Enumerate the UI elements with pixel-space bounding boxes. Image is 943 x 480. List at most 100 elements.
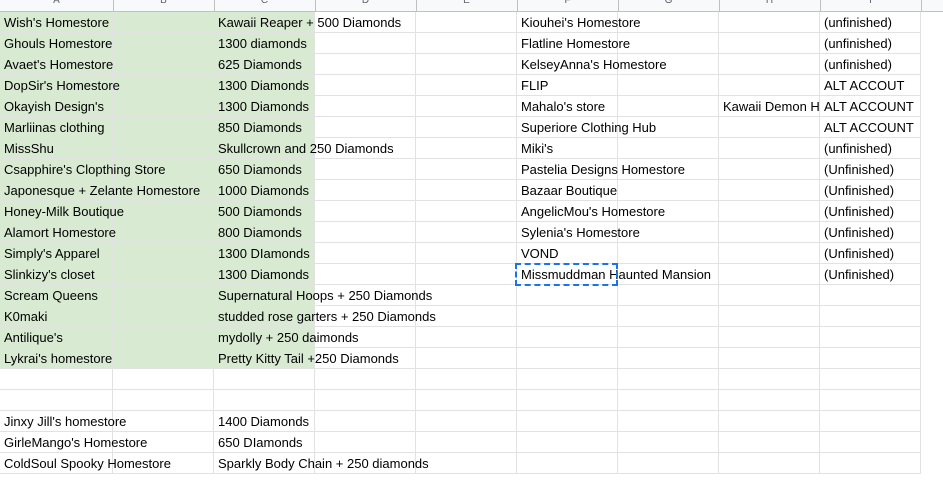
cell-e20[interactable] [416, 411, 517, 432]
cell-g20[interactable] [618, 411, 719, 432]
column-header-c[interactable]: C [214, 0, 316, 11]
cell-e22[interactable] [416, 453, 517, 474]
cell-e19[interactable] [416, 390, 517, 411]
cell-a19[interactable] [0, 390, 113, 411]
cell-h7[interactable] [719, 138, 820, 159]
cell-h3[interactable] [719, 54, 820, 75]
cell-b16[interactable] [113, 327, 214, 348]
cell-b7[interactable] [113, 138, 214, 159]
cell-i4[interactable]: ALT ACCOUT [820, 75, 921, 96]
cell-i8[interactable]: (Unfinished) [820, 159, 921, 180]
column-header-a[interactable]: A [0, 0, 114, 11]
cell-c2[interactable]: 1300 diamonds [214, 33, 315, 54]
cell-e16[interactable] [416, 327, 517, 348]
cell-i1[interactable]: (unfinished) [820, 12, 921, 33]
cell-g12[interactable] [618, 243, 719, 264]
cell-h2[interactable] [719, 33, 820, 54]
cell-g15[interactable] [618, 306, 719, 327]
cell-e8[interactable] [416, 159, 517, 180]
cell-b13[interactable] [113, 264, 214, 285]
cell-i6[interactable]: ALT ACCOUNT [820, 117, 921, 138]
cell-g17[interactable] [618, 348, 719, 369]
cell-d20[interactable] [315, 411, 416, 432]
cell-a16[interactable]: Antilique's [0, 327, 113, 348]
cell-f5[interactable]: Mahalo's store [517, 96, 618, 117]
cell-a15[interactable]: K0maki [0, 306, 113, 327]
cell-f14[interactable] [517, 285, 618, 306]
cell-c19[interactable] [214, 390, 315, 411]
cell-a1[interactable]: Wish's Homestore [0, 12, 113, 33]
cell-h15[interactable] [719, 306, 820, 327]
cell-a2[interactable]: Ghouls Homestore [0, 33, 113, 54]
cell-b1[interactable] [113, 12, 214, 33]
cell-h5[interactable]: Kawaii Demon H [719, 96, 820, 117]
cell-c22[interactable]: Sparkly Body Chain + 250 diamonds [214, 453, 429, 474]
cell-c9[interactable]: 1000 Diamonds [214, 180, 315, 201]
cell-g2[interactable] [618, 33, 719, 54]
cell-e11[interactable] [416, 222, 517, 243]
cell-d11[interactable] [315, 222, 416, 243]
cell-h6[interactable] [719, 117, 820, 138]
column-header-d[interactable]: D [315, 0, 417, 11]
cell-a8[interactable]: Csapphire's Clopthing Store [0, 159, 165, 180]
cell-f13[interactable]: Missmuddman Haunted Mansion [517, 264, 711, 285]
cell-c13[interactable]: 1300 Diamonds [214, 264, 315, 285]
cell-g7[interactable] [618, 138, 719, 159]
cell-h11[interactable] [719, 222, 820, 243]
cell-b12[interactable] [113, 243, 214, 264]
cell-e4[interactable] [416, 75, 517, 96]
cell-a22[interactable]: ColdSoul Spooky Homestore [0, 453, 171, 474]
cell-g4[interactable] [618, 75, 719, 96]
cell-b5[interactable] [113, 96, 214, 117]
cell-c14[interactable]: Supernatural Hoops + 250 Diamonds [214, 285, 432, 306]
cell-e7[interactable] [416, 138, 517, 159]
cell-c5[interactable]: 1300 Diamonds [214, 96, 315, 117]
cell-a14[interactable]: Scream Queens [0, 285, 113, 306]
cell-i15[interactable] [820, 306, 921, 327]
cell-b11[interactable] [113, 222, 214, 243]
cell-i3[interactable]: (unfinished) [820, 54, 921, 75]
cell-h20[interactable] [719, 411, 820, 432]
cell-f21[interactable] [517, 432, 618, 453]
cell-e2[interactable] [416, 33, 517, 54]
cell-d10[interactable] [315, 201, 416, 222]
cell-f4[interactable]: FLIP [517, 75, 618, 96]
cell-g14[interactable] [618, 285, 719, 306]
cell-h14[interactable] [719, 285, 820, 306]
cell-i10[interactable]: (Unfinished) [820, 201, 921, 222]
cell-g22[interactable] [618, 453, 719, 474]
cell-c21[interactable]: 650 DIamonds [214, 432, 315, 453]
cell-h18[interactable] [719, 369, 820, 390]
cell-c10[interactable]: 500 Diamonds [214, 201, 315, 222]
cell-b10[interactable] [113, 201, 214, 222]
cell-e6[interactable] [416, 117, 517, 138]
cell-g9[interactable] [618, 180, 719, 201]
cell-i18[interactable] [820, 369, 921, 390]
cell-f1[interactable]: Kiouhei's Homestore [517, 12, 641, 33]
cell-b19[interactable] [113, 390, 214, 411]
cell-d6[interactable] [315, 117, 416, 138]
cell-i9[interactable]: (Unfinished) [820, 180, 921, 201]
cell-c12[interactable]: 1300 DIamonds [214, 243, 315, 264]
cell-d13[interactable] [315, 264, 416, 285]
cell-c4[interactable]: 1300 Diamonds [214, 75, 315, 96]
cell-c3[interactable]: 625 Diamonds [214, 54, 315, 75]
cell-h19[interactable] [719, 390, 820, 411]
cell-h9[interactable] [719, 180, 820, 201]
cell-f16[interactable] [517, 327, 618, 348]
cell-f7[interactable]: Miki's [517, 138, 618, 159]
cell-e9[interactable] [416, 180, 517, 201]
column-header-b[interactable]: B [113, 0, 215, 11]
cell-h13[interactable] [719, 264, 820, 285]
cell-f2[interactable]: Flatline Homestore [517, 33, 630, 54]
cell-i22[interactable] [820, 453, 921, 474]
cell-h22[interactable] [719, 453, 820, 474]
cell-f10[interactable]: AngelicMou's Homestore [517, 201, 665, 222]
cell-a10[interactable]: Honey-Milk Boutique [0, 201, 124, 222]
column-header-g[interactable]: G [618, 0, 720, 11]
column-header-i[interactable]: I [820, 0, 922, 11]
cell-i20[interactable] [820, 411, 921, 432]
cell-e12[interactable] [416, 243, 517, 264]
cell-e13[interactable] [416, 264, 517, 285]
cell-f18[interactable] [517, 369, 618, 390]
